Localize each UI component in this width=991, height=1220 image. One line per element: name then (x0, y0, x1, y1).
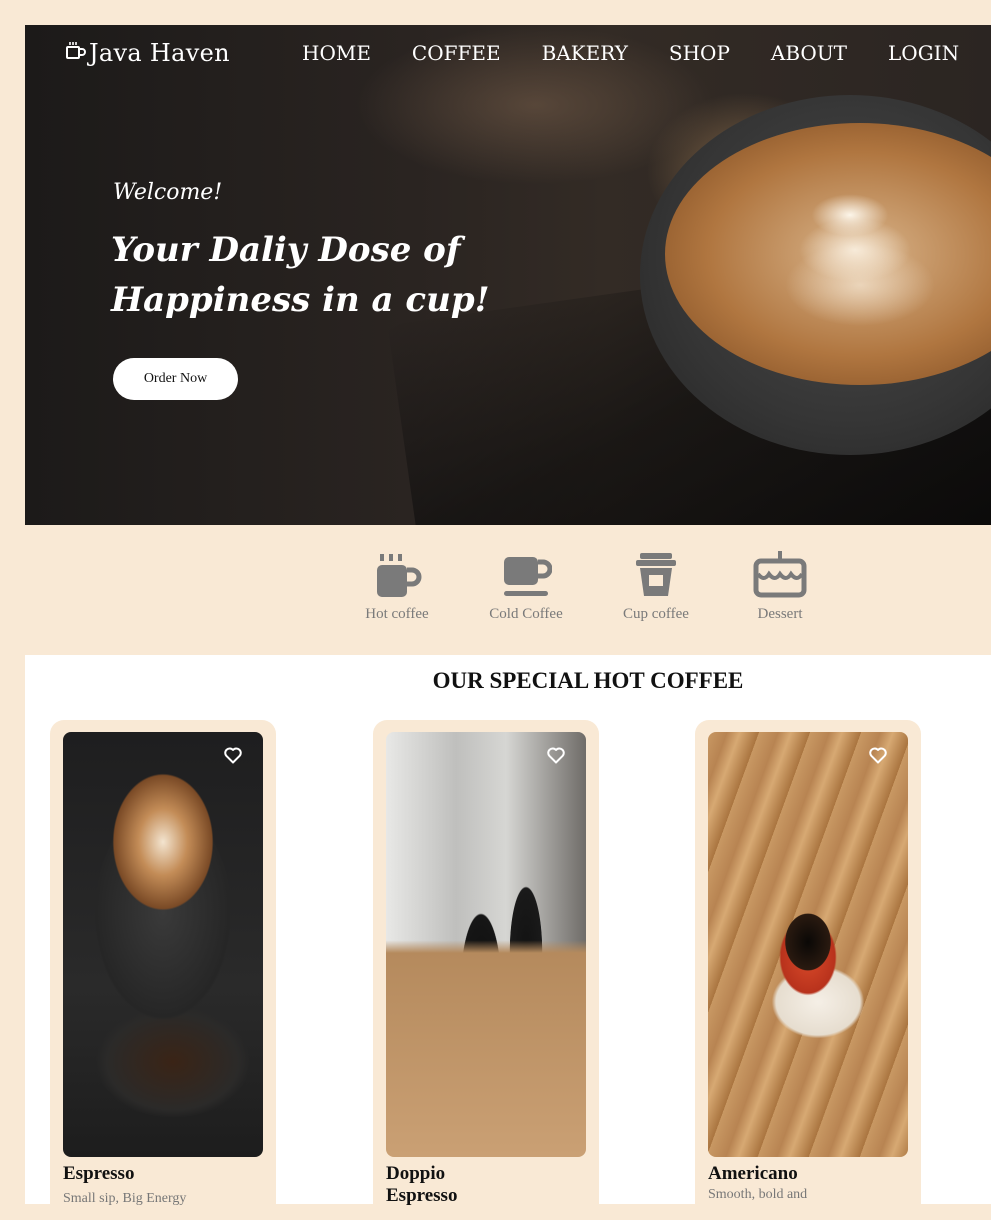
nav-bakery[interactable]: BAKERY (542, 41, 628, 65)
mug-saucer-icon (471, 548, 581, 600)
special-hot-coffee-section: OUR SPECIAL HOT COFFEE Espresso Small si… (25, 655, 991, 1220)
product-name: Espresso (63, 1163, 135, 1184)
nav-about[interactable]: ABOUT (771, 41, 847, 65)
product-card-doppio-espresso[interactable]: Doppio Espresso (373, 720, 599, 1220)
nav-shop[interactable]: SHOP (669, 41, 730, 65)
product-card-espresso[interactable]: Espresso Small sip, Big Energy (50, 720, 276, 1220)
top-navigation: Java Haven HOME COFFEE BAKERY SHOP ABOUT… (25, 25, 991, 83)
product-image (708, 732, 908, 1157)
heart-icon[interactable] (546, 745, 566, 769)
product-description: Smooth, bold and (708, 1187, 808, 1202)
category-label: Cup coffee (623, 606, 689, 622)
coffee-cup-icon (65, 39, 89, 67)
takeaway-cup-icon (601, 548, 711, 600)
category-label: Dessert (757, 606, 803, 622)
nav-login[interactable]: LOGIN (888, 41, 959, 65)
nav-coffee[interactable]: COFFEE (412, 41, 501, 65)
hero-latte-art (730, 155, 960, 330)
order-now-button[interactable]: Order Now (113, 358, 238, 400)
product-image (63, 732, 263, 1157)
hero-headline: Your Daliy Dose of Happiness in a cup! (111, 230, 490, 320)
hero-welcome-text: Welcome! (113, 180, 223, 205)
section-title: OUR SPECIAL HOT COFFEE (432, 668, 744, 693)
cake-icon (725, 548, 835, 600)
product-card-americano[interactable]: Americano Smooth, bold and (695, 720, 921, 1220)
heart-icon[interactable] (223, 745, 243, 769)
product-name: Americano (708, 1163, 798, 1184)
brand-logo[interactable]: Java Haven (65, 39, 230, 67)
hot-mug-icon (342, 548, 452, 600)
product-image (386, 732, 586, 1157)
nav-menu: HOME COFFEE BAKERY SHOP ABOUT LOGIN (302, 41, 959, 65)
heart-icon[interactable] (868, 745, 888, 769)
category-cold-coffee[interactable]: Cold Coffee (471, 548, 581, 623)
nav-home[interactable]: HOME (302, 41, 371, 65)
category-label: Hot coffee (365, 606, 429, 622)
category-cup-coffee[interactable]: Cup coffee (601, 548, 711, 623)
product-name: Doppio Espresso (386, 1163, 458, 1206)
category-label: Cold Coffee (489, 606, 563, 622)
category-dessert[interactable]: Dessert (725, 548, 835, 623)
category-strip: Hot coffee Cold Coffee Cup coffee Desser… (0, 548, 991, 638)
product-description: Small sip, Big Energy (63, 1191, 187, 1206)
hero-banner: Java Haven HOME COFFEE BAKERY SHOP ABOUT… (25, 25, 991, 525)
category-hot-coffee[interactable]: Hot coffee (342, 548, 452, 623)
brand-name: Java Haven (89, 39, 230, 67)
